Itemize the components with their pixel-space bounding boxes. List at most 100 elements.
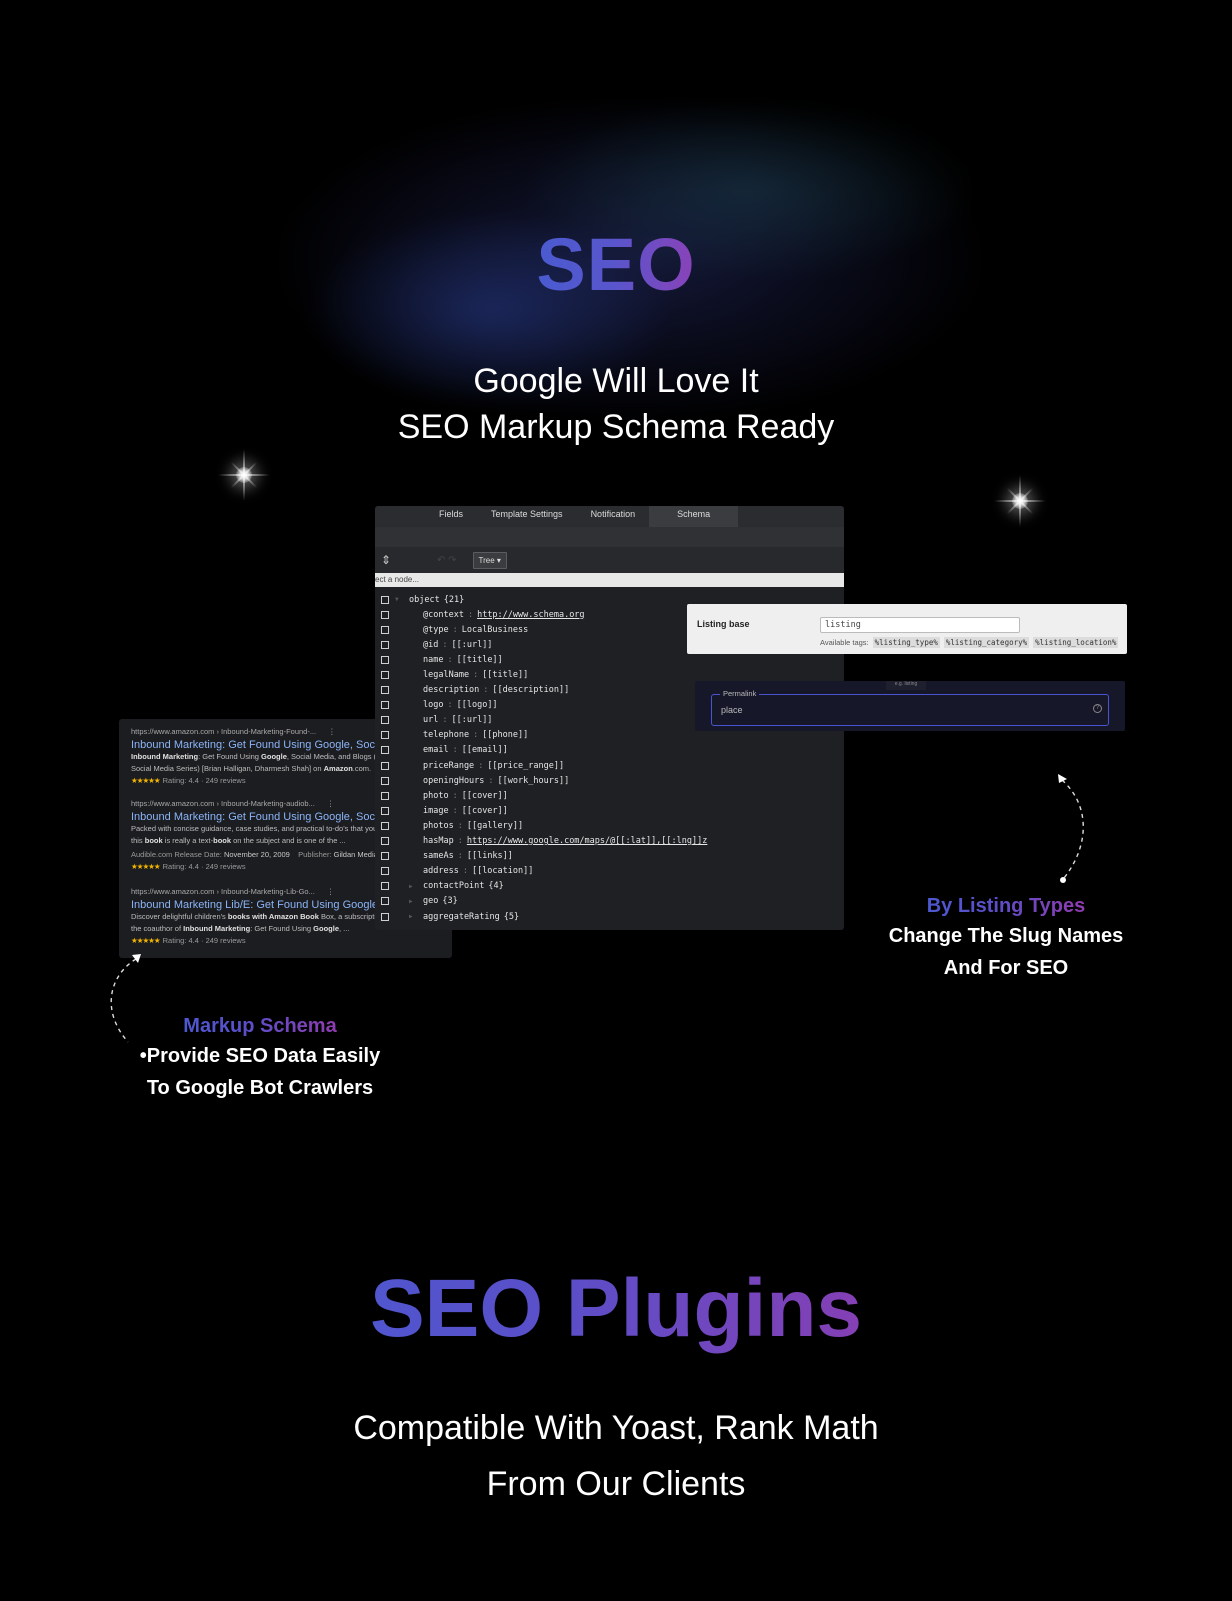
listing-base-label: Listing base [697,619,750,629]
checkbox-icon[interactable] [381,852,389,861]
rating-stars-icon: ★★★★★ [131,776,161,785]
permalink-card: e.g. listing Permalink place ? [695,681,1125,731]
checkbox-icon[interactable] [381,595,389,604]
tab-template-settings[interactable]: Template Settings [477,506,577,527]
tree-value: [[title]] [456,654,503,665]
checkbox-icon[interactable] [381,625,389,634]
expand-arrow-icon[interactable]: ▶ [409,883,419,890]
checkbox-icon[interactable] [381,671,389,680]
checkbox-icon[interactable] [381,791,389,800]
tree-row[interactable]: photos: [[gallery]] [375,818,844,833]
tree-key: telephone [423,730,470,741]
checkbox-icon[interactable] [381,701,389,710]
tree-value[interactable]: https://www.google.com/maps/@[[:lat]],[[… [467,836,708,846]
tab-fields[interactable]: Fields [425,506,477,527]
tree-separator: : [442,639,448,650]
tree-row[interactable]: sameAs: [[links]] [375,849,844,864]
listing-base-input[interactable]: listing [820,617,1020,633]
result-rating: ★★★★★ Rating: 4.4 · 249 reviews [131,935,452,947]
more-options-icon[interactable]: ⋮ [327,887,335,896]
checkbox-icon[interactable] [381,610,389,619]
checkbox-icon[interactable] [381,776,389,785]
tree-value: [[phone]] [482,730,529,741]
checkbox-icon[interactable] [381,806,389,815]
tree-row[interactable]: address: [[location]] [375,864,844,879]
listing-tag[interactable]: %listing_type% [872,637,940,648]
tree-row[interactable]: priceRange: [[price_range]] [375,758,844,773]
checkbox-icon[interactable] [381,867,389,876]
tree-count: {4} [488,881,504,892]
tree-key: @type [423,624,449,635]
tab-schema[interactable]: Schema [649,506,739,527]
checkbox-icon[interactable] [381,761,389,770]
tree-key: object [409,594,440,605]
listing-tag[interactable]: %listing_category% [943,637,1030,648]
checkbox-icon[interactable] [381,912,389,921]
tree-key: logo [423,700,444,711]
checkbox-icon[interactable] [381,731,389,740]
available-tags: Available tags: %listing_type% %listing_c… [820,637,1119,648]
tree-row-object[interactable]: ▶ geo {3} [375,894,844,909]
tree-value: [[logo]] [456,700,498,711]
checkbox-icon[interactable] [381,837,389,846]
tree-key: legalName [423,670,470,681]
tree-value: [[work_hours]] [497,775,570,786]
checkbox-icon[interactable] [381,897,389,906]
tree-value: [[:url]] [451,715,493,726]
tree-separator: : [483,685,489,696]
tree-row-object[interactable]: ▶ contactPoint {4} [375,879,844,894]
checkbox-icon[interactable] [381,655,389,664]
expand-arrow-icon[interactable]: ▶ [409,913,419,920]
listing-tag[interactable]: %listing_location% [1033,637,1119,648]
checkbox-icon[interactable] [381,882,389,891]
expand-arrow-icon[interactable]: ▶ [409,898,419,905]
rating-text: Rating: 4.4 · 249 reviews [162,936,246,945]
sparkle-icon [214,445,274,505]
tree-row[interactable]: email: [[email]] [375,743,844,758]
checkbox-icon[interactable] [381,821,389,830]
undo-icon[interactable]: ↶ ↷ [437,555,457,566]
tree-separator: : [442,715,448,726]
tree-key: hasMap [423,836,454,847]
markup-schema-caption: Markup Schema •Provide SEO Data Easily T… [110,1012,410,1104]
help-icon[interactable]: ? [1093,704,1102,713]
tree-row[interactable]: openingHours: [[work_hours]] [375,773,844,788]
listing-base-card: Listing base listing Available tags: %li… [687,604,1127,654]
tree-key: aggregateRating [423,911,500,922]
rating-stars-icon: ★★★★★ [131,936,161,945]
tree-row[interactable]: hasMap: https://www.google.com/maps/@[[:l… [375,834,844,849]
tree-value: [[title]] [482,670,529,681]
tree-row[interactable]: image: [[cover]] [375,803,844,818]
tree-count: {5} [503,911,520,922]
more-options-icon[interactable]: ⋮ [328,727,336,736]
sparkle-icon [990,471,1050,531]
tree-row[interactable]: photo: [[cover]] [375,788,844,803]
tree-mode-dropdown[interactable]: Tree ▾ [472,551,507,569]
checkbox-icon[interactable] [381,746,389,755]
tree-separator: : [488,775,494,786]
checkbox-icon[interactable] [381,640,389,649]
checkbox-icon[interactable] [381,716,389,725]
tree-value[interactable]: http://www.schema.org [477,610,584,620]
permalink-field[interactable]: Permalink place ? [711,689,1109,726]
collapse-arrow-icon[interactable]: ▼ [395,596,405,603]
tree-row[interactable]: name: [[title]] [375,652,844,667]
expand-all-icon[interactable]: ⇕ [381,553,395,567]
rating-text: Rating: 4.4 · 249 reviews [162,776,246,785]
tree-key: sameAs [423,851,454,862]
tree-value: [[cover]] [461,790,508,801]
editor-tabs: Fields Template Settings Notification Schem… [375,506,844,527]
tree-key: url [423,715,439,726]
tab-notification[interactable]: Notification [577,506,650,527]
tree-key: geo [423,896,439,907]
more-options-icon[interactable]: ⋮ [327,799,335,808]
tree-value: [[:url]] [451,639,493,650]
node-search-input[interactable]: ect a node... [375,573,844,587]
tree-separator: : [452,624,458,635]
hero-subtitle-line2: SEO Markup Schema Ready [397,408,835,446]
result-url-text: https://www.amazon.com › Inbound-Marketi… [131,727,317,736]
checkbox-icon[interactable] [381,686,389,695]
rating-stars-icon: ★★★★★ [131,862,161,871]
tree-value: [[cover]] [461,805,508,816]
tree-row-object[interactable]: ▶ aggregateRating {5} [375,909,844,924]
